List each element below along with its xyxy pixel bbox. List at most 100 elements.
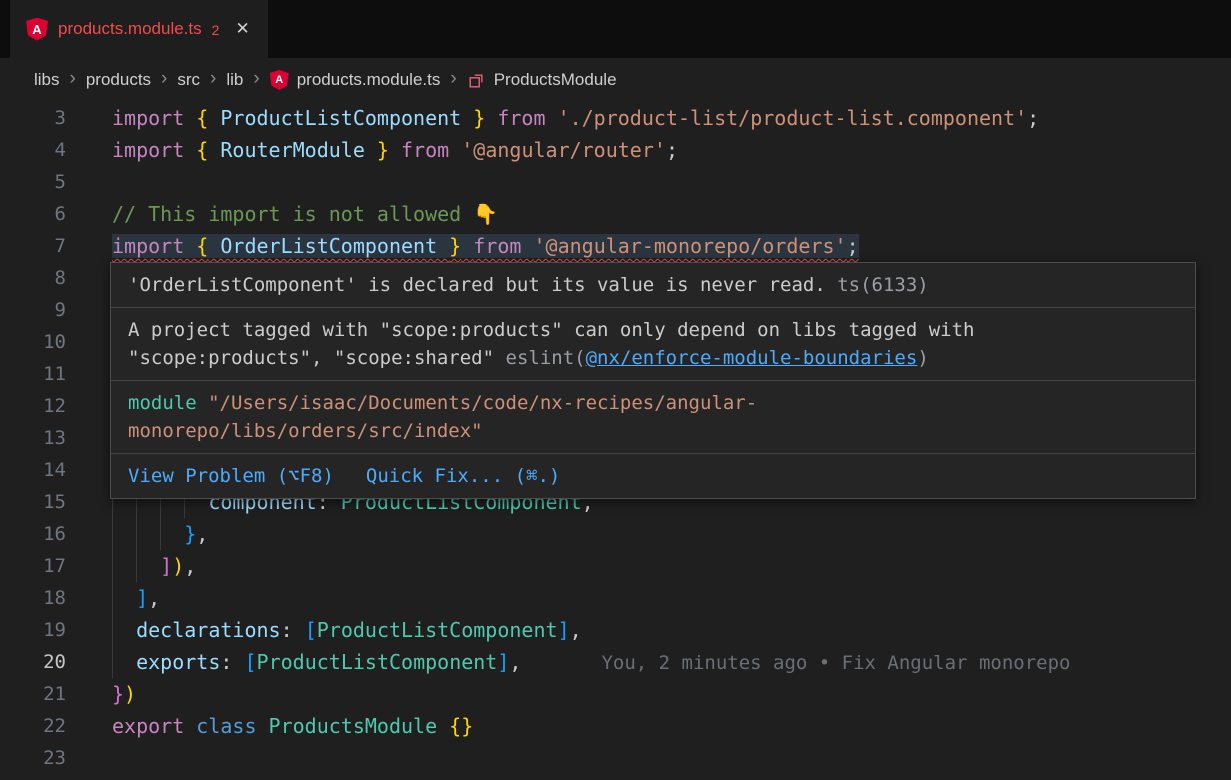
quick-fix-button[interactable]: Quick Fix... (⌘.) <box>366 462 560 490</box>
diagnostic-eslint-line2: "scope:products", "scope:shared" eslint(… <box>128 344 1178 372</box>
code-text <box>66 742 1231 774</box>
breadcrumb-item-lib[interactable]: lib <box>226 70 243 90</box>
code-line-6[interactable]: 6// This import is not allowed 👇 <box>0 198 1231 230</box>
chevron-right-icon: › <box>251 68 261 93</box>
code-editor[interactable]: 3import { ProductListComponent } from '.… <box>0 102 1231 780</box>
code-token: ProductsModule <box>269 714 450 738</box>
code-token: // This import is not allowed <box>112 202 473 226</box>
code-token: import <box>112 138 196 162</box>
code-token: , <box>148 586 160 610</box>
line-number: 17 <box>0 555 66 577</box>
code-token <box>521 234 533 258</box>
diagnostic-eslint-line1: A project tagged with "scope:products" c… <box>128 316 1178 344</box>
code-token: { <box>196 234 208 258</box>
code-token: ) <box>172 554 184 578</box>
code-line-19[interactable]: 19 declarations: [ProductListComponent], <box>0 614 1231 646</box>
code-text <box>66 166 1231 198</box>
tab-products-module[interactable]: A products.module.ts 2 ✕ <box>10 0 268 58</box>
code-text: ]), <box>66 550 1231 582</box>
line-number: 4 <box>0 139 66 161</box>
code-text: ], <box>66 582 1231 614</box>
code-token: , <box>509 650 521 674</box>
code-text: exports: [ProductListComponent],You, 2 m… <box>66 646 1231 678</box>
git-blame-annotation: You, 2 minutes ago • Fix Angular monorep… <box>521 652 1070 674</box>
line-number: 11 <box>0 363 66 385</box>
code-token <box>485 106 497 130</box>
code-token: } <box>377 138 389 162</box>
code-text: }, <box>66 518 1231 550</box>
diagnostic-eslint: A project tagged with "scope:products" c… <box>111 307 1195 380</box>
line-number: 18 <box>0 587 66 609</box>
code-text: import { ProductListComponent } from './… <box>66 102 1231 134</box>
diagnostic-ts: 'OrderListComponent' is declared but its… <box>111 263 1195 307</box>
line-number: 16 <box>0 523 66 545</box>
code-token: , <box>570 618 582 642</box>
code-token: from <box>401 138 449 162</box>
code-token: ] <box>160 554 172 578</box>
tab-error-badge: 2 <box>212 20 220 38</box>
code-line-18[interactable]: 18 ], <box>0 582 1231 614</box>
tab-title: products.module.ts <box>58 19 202 39</box>
code-token <box>461 234 473 258</box>
popup-actions: View Problem (⌥F8) Quick Fix... (⌘.) <box>111 453 1195 498</box>
code-token: ProductListComponent <box>208 106 473 130</box>
view-problem-button[interactable]: View Problem (⌥F8) <box>128 462 334 490</box>
code-token: '@angular-monorepo/orders' <box>533 234 846 258</box>
code-token: } <box>473 106 485 130</box>
close-icon[interactable]: ✕ <box>235 19 249 39</box>
code-token: { <box>196 138 208 162</box>
code-token: } <box>112 682 124 706</box>
angular-file-icon: A <box>26 18 48 41</box>
eslint-rule-link[interactable]: @nx/enforce-module-boundaries <box>586 347 918 369</box>
code-token: RouterModule <box>208 138 377 162</box>
code-line-23[interactable]: 23 <box>0 742 1231 774</box>
code-line-4[interactable]: 4 import { RouterModule } from '@angular/… <box>0 134 1231 166</box>
chevron-right-icon: › <box>159 68 169 93</box>
code-text: // This import is not allowed 👇 <box>66 198 1231 230</box>
code-line-20[interactable]: 20 exports: [ProductListComponent],You, … <box>0 646 1231 678</box>
code-token: import <box>112 234 196 258</box>
diagnostic-ts-code: ts(6133) <box>837 274 929 296</box>
breadcrumb-item-file[interactable]: products.module.ts <box>297 70 441 90</box>
code-text: declarations: [ProductListComponent], <box>66 614 1231 646</box>
breadcrumb-item-src[interactable]: src <box>177 70 200 90</box>
code-line-16[interactable]: 16 }, <box>0 518 1231 550</box>
code-token: from <box>473 234 521 258</box>
code-line-3[interactable]: 3import { ProductListComponent } from '.… <box>0 102 1231 134</box>
code-token <box>546 106 558 130</box>
breadcrumb-item-products[interactable]: products <box>86 70 151 90</box>
code-token: , <box>196 522 208 546</box>
code-line-5[interactable]: 5 <box>0 166 1231 198</box>
angular-file-icon: A <box>270 70 289 90</box>
module-info: module "/Users/isaac/Documents/code/nx-r… <box>111 380 1195 453</box>
code-token: [ <box>305 618 317 642</box>
code-token: ; <box>666 138 678 162</box>
diagnostic-ts-text: 'OrderListComponent' is declared but its… <box>128 274 826 296</box>
line-number: 15 <box>0 491 66 513</box>
breadcrumb-item-libs[interactable]: libs <box>34 70 60 90</box>
code-line-17[interactable]: 17 ]), <box>0 550 1231 582</box>
line-number: 6 <box>0 203 66 225</box>
line-number: 21 <box>0 683 66 705</box>
code-token: ProductListComponent <box>317 618 558 642</box>
code-token: } <box>184 522 196 546</box>
code-token: 👇 <box>473 202 498 226</box>
code-token: class <box>196 714 268 738</box>
code-token <box>389 138 401 162</box>
line-number: 22 <box>0 715 66 737</box>
line-number: 20 <box>0 651 66 673</box>
code-token: ) <box>124 682 136 706</box>
code-line-22[interactable]: 22export class ProductsModule {} <box>0 710 1231 742</box>
module-info-line1: module "/Users/isaac/Documents/code/nx-r… <box>128 389 1178 417</box>
code-token: export <box>112 714 196 738</box>
code-token: '@angular/router' <box>461 138 666 162</box>
code-token: exports <box>136 650 220 674</box>
code-line-21[interactable]: 21}) <box>0 678 1231 710</box>
code-text: }) <box>66 678 1231 710</box>
code-token: ] <box>497 650 509 674</box>
line-number: 8 <box>0 267 66 289</box>
breadcrumb-item-symbol[interactable]: ProductsModule <box>494 70 617 90</box>
line-number: 10 <box>0 331 66 353</box>
code-line-7[interactable]: 7import { OrderListComponent } from '@an… <box>0 230 1231 262</box>
breadcrumb: libs › products › src › lib › A products… <box>0 58 1231 102</box>
